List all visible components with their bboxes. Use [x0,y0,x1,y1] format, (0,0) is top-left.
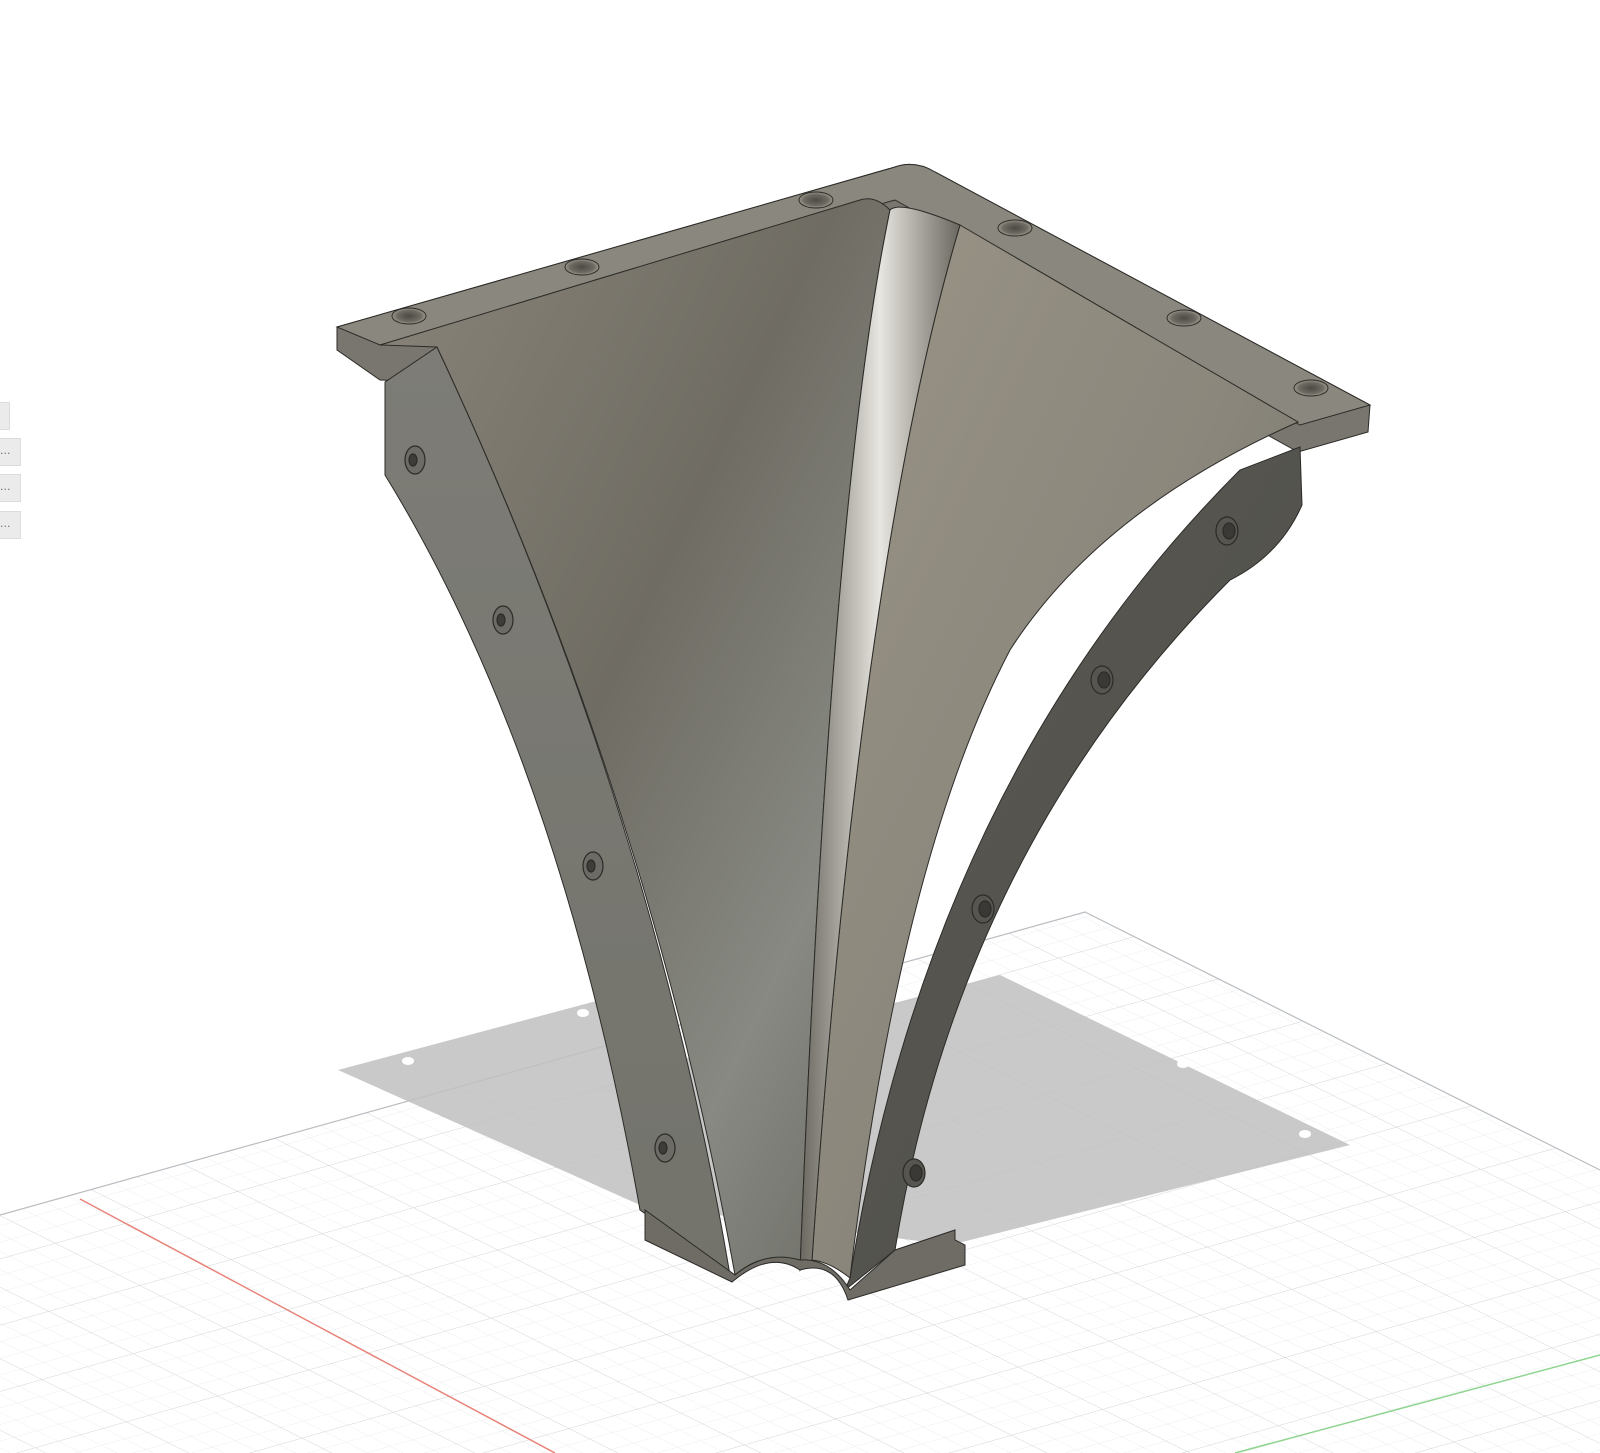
side-panel-tab-2[interactable]: ... [0,474,21,502]
hole-icon [1166,309,1202,327]
side-panel-tab-1[interactable]: ... [0,438,21,466]
hole-icon [997,219,1033,237]
hole-icon [391,307,427,325]
hole-icon [564,258,600,276]
side-panel-tab-0[interactable] [0,402,10,430]
canvas-viewport[interactable]: ... ... ... [0,0,1600,1453]
scene-svg[interactable] [0,0,1600,1453]
hole-icon [798,191,834,209]
hole-icon [1293,379,1329,397]
side-panel-tab-3[interactable]: ... [0,511,21,539]
